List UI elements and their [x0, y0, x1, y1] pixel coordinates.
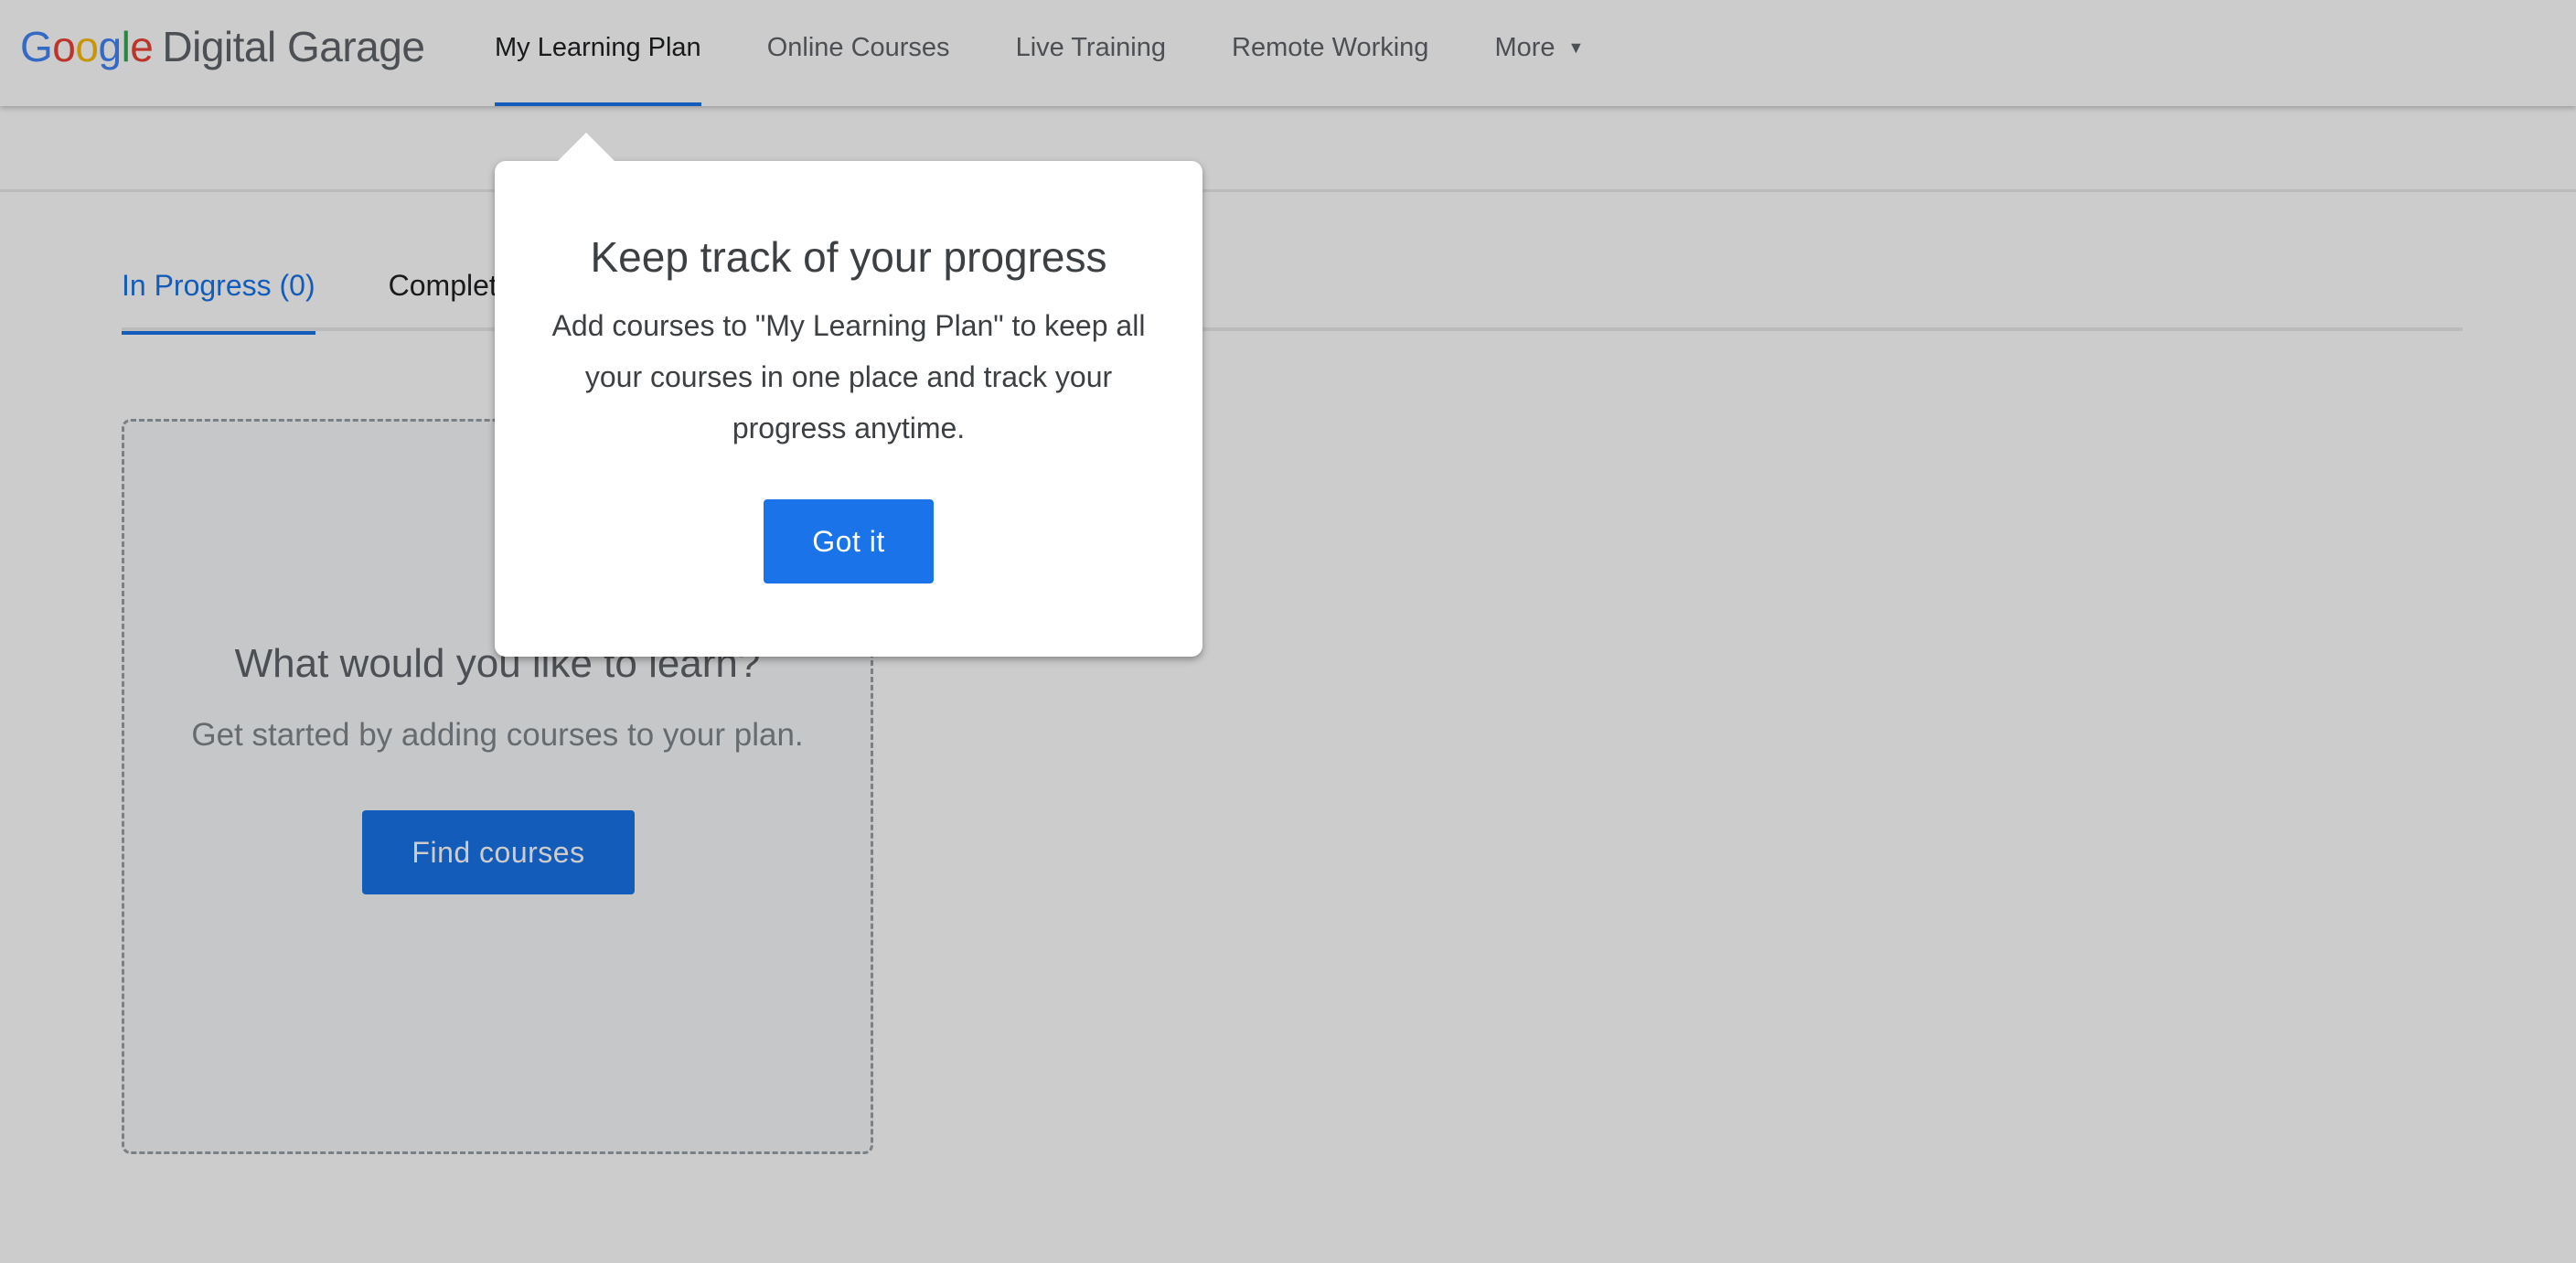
onboarding-popup: Keep track of your progress Add courses … [495, 161, 1202, 657]
overlay-scrim[interactable] [0, 0, 2576, 1263]
popup-body: Add courses to "My Learning Plan" to kee… [551, 309, 1146, 444]
got-it-button[interactable]: Got it [764, 499, 934, 583]
page: Google Digital Garage My Learning Plan O… [0, 0, 2576, 1263]
popup-title: Keep track of your progress [590, 233, 1107, 281]
popup-pointer-arrow [557, 133, 615, 162]
